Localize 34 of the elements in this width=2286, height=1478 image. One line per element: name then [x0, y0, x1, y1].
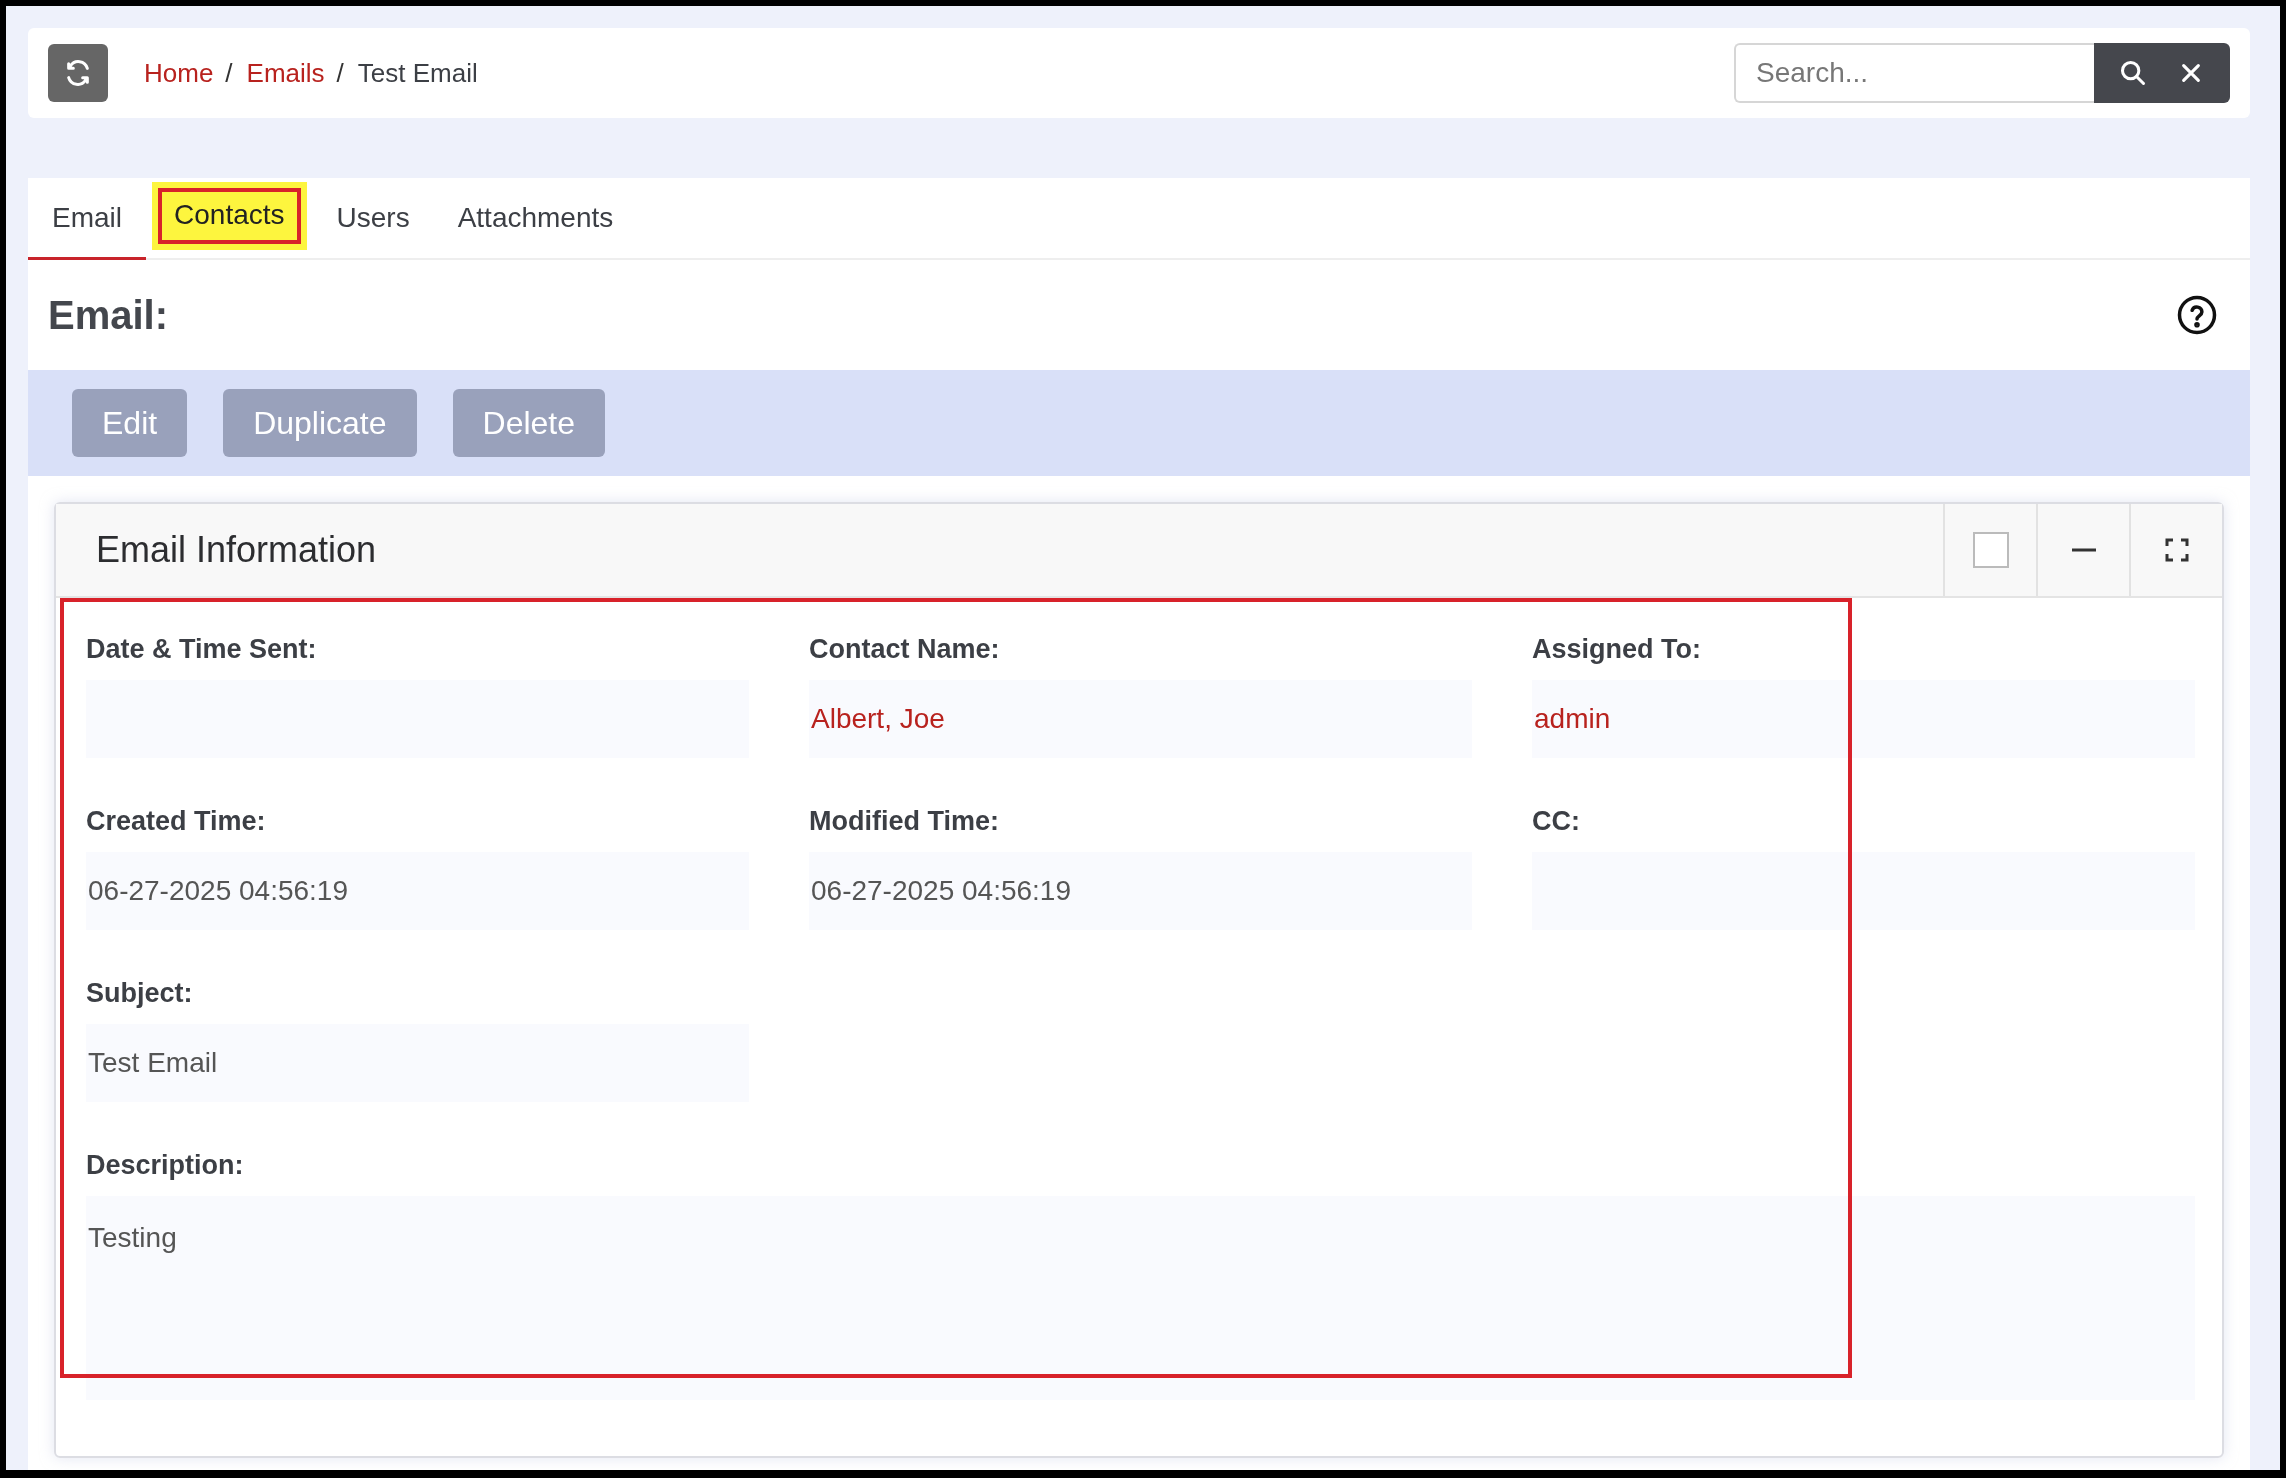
expand-icon — [2164, 538, 2189, 562]
field-label: Subject: — [86, 976, 194, 1010]
search-field[interactable]: Search... — [1734, 43, 2094, 103]
field-value: Testing — [86, 1196, 2195, 1400]
field-label: CC: — [1532, 804, 1581, 838]
field-label: Modified Time: — [809, 804, 1000, 838]
field-label: Date & Time Sent: — [86, 632, 318, 666]
breadcrumb-current: Test Email — [357, 57, 478, 89]
help-icon[interactable] — [2176, 294, 2218, 336]
field-value: Test Email — [86, 1024, 749, 1102]
page-heading: Email: — [48, 292, 169, 338]
field-value: Albert, Joe — [809, 680, 1472, 758]
breadcrumb-separator: / — [336, 57, 344, 89]
card-title: Email Information — [96, 529, 377, 571]
field-label: Contact Name: — [809, 632, 1001, 666]
close-icon — [2180, 62, 2202, 84]
field-value: admin — [1532, 680, 2195, 758]
refresh-icon — [64, 59, 92, 87]
refresh-button[interactable] — [48, 44, 108, 102]
field-label: Description: — [86, 1148, 245, 1182]
tab[interactable]: Attachments — [433, 178, 638, 260]
field-value: 06-27-2025 04:56:19 — [86, 852, 749, 930]
breadcrumb-link[interactable]: Emails — [246, 57, 325, 89]
minus-icon — [2071, 548, 2096, 552]
breadcrumb-separator: / — [225, 57, 233, 89]
tab[interactable]: Contacts — [152, 182, 307, 250]
search-icon — [2119, 59, 2147, 87]
tab[interactable]: Users — [312, 178, 434, 260]
select-checkbox[interactable] — [1972, 532, 2009, 568]
breadcrumb-link[interactable]: Home — [144, 57, 214, 89]
tab[interactable]: Email — [28, 178, 146, 260]
field-label: Assigned To: — [1532, 632, 1702, 666]
field-label: Created Time: — [86, 804, 267, 838]
field-value: 06-27-2025 04:56:19 — [809, 852, 1472, 930]
